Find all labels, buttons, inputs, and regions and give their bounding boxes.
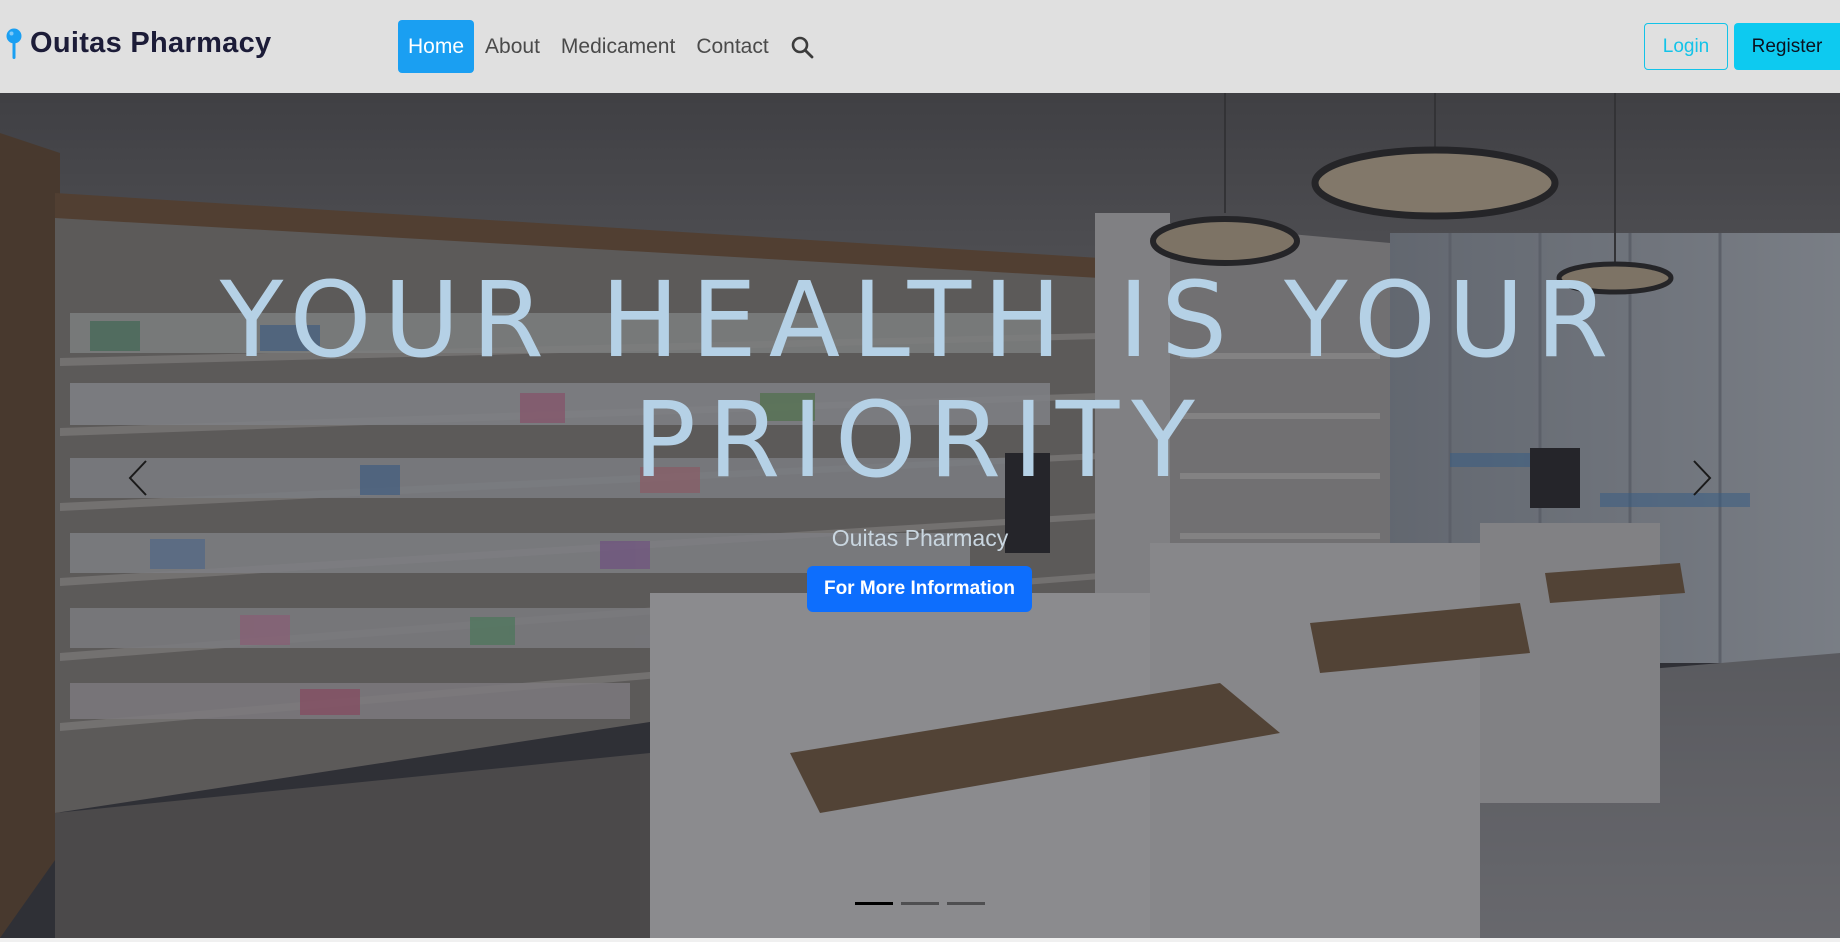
page-bottom-edge [0, 938, 1840, 942]
search-icon [791, 36, 814, 58]
carousel-indicator[interactable] [947, 902, 985, 905]
more-information-button[interactable]: For More Information [807, 566, 1032, 612]
nav-menu: Home About Medicament Contact [398, 20, 820, 73]
navbar: Ouitas Pharmacy Home About Medicament Co… [0, 0, 1840, 93]
chevron-left-icon [128, 460, 147, 496]
search-button[interactable] [784, 20, 820, 73]
auth-buttons: Login Register [1644, 23, 1840, 70]
register-button[interactable]: Register [1734, 23, 1840, 70]
nav-link-medicament[interactable]: Medicament [551, 20, 685, 73]
chevron-right-icon [1693, 460, 1712, 496]
carousel-indicator[interactable] [901, 902, 939, 905]
nav-link-about[interactable]: About [475, 20, 550, 73]
carousel-indicator[interactable] [855, 902, 893, 905]
nav-link-home[interactable]: Home [398, 20, 475, 73]
hero-overlay [0, 93, 1840, 938]
carousel-indicators [855, 902, 993, 905]
nav-link-contact[interactable]: Contact [686, 20, 778, 73]
pin-icon [6, 28, 22, 59]
hero-carousel: YOUR HEALTH IS YOUR PRIORITY Ouitas Phar… [0, 93, 1840, 938]
carousel-prev-button[interactable] [118, 448, 158, 508]
hero-headline: YOUR HEALTH IS YOUR PRIORITY [219, 259, 1621, 501]
carousel-next-button[interactable] [1682, 448, 1722, 508]
brand-name: Ouitas Pharmacy [30, 27, 272, 59]
brand-link[interactable]: Ouitas Pharmacy [5, 27, 271, 60]
login-button[interactable]: Login [1644, 23, 1728, 70]
hero-subtitle: Ouitas Pharmacy [831, 525, 1009, 551]
